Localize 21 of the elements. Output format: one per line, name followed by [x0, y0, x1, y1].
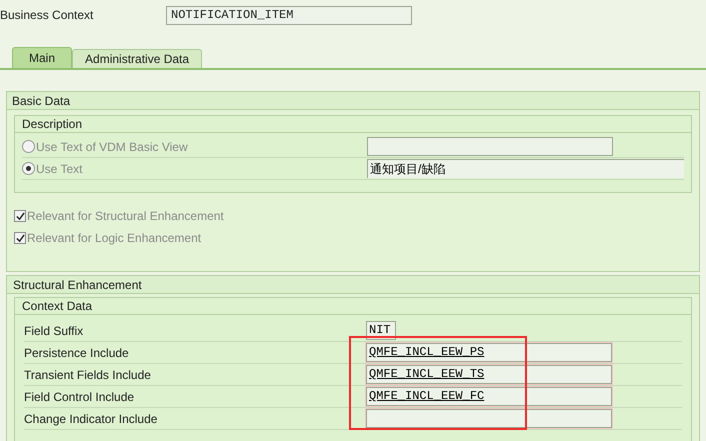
- field-label: Field Control Include: [24, 388, 136, 406]
- field-label: Change Indicator Include: [24, 410, 158, 428]
- text-field[interactable]: QMFE_INCL_EEW_FC: [366, 387, 612, 406]
- radio-label: Use Text: [36, 160, 82, 178]
- radio-label: Use Text of VDM Basic View: [36, 138, 188, 156]
- checkbox-label: Relevant for Logic Enhancement: [27, 230, 202, 247]
- panel-header: Basic Data: [7, 92, 699, 110]
- business-context-field[interactable]: NOTIFICATION_ITEM: [166, 6, 412, 24]
- tab[interactable]: Main: [12, 47, 72, 68]
- text-field[interactable]: [366, 409, 612, 428]
- field-label: Field Suffix: [24, 322, 84, 340]
- panel-header: Structural Enhancement: [7, 276, 699, 294]
- text-field[interactable]: QMFE_INCL_EEW_TS: [366, 365, 612, 384]
- checkbox-label: Relevant for Structural Enhancement: [27, 208, 224, 225]
- tab[interactable]: Administrative Data: [72, 49, 202, 68]
- text-field[interactable]: QMFE_INCL_EEW_PS: [366, 343, 612, 362]
- field-label: Business Context: [0, 7, 94, 24]
- field-label: Transient Fields Include: [24, 366, 152, 384]
- group-header: Context Data: [15, 298, 691, 315]
- group-header: Description: [15, 116, 691, 133]
- field-label: Persistence Include: [24, 344, 130, 362]
